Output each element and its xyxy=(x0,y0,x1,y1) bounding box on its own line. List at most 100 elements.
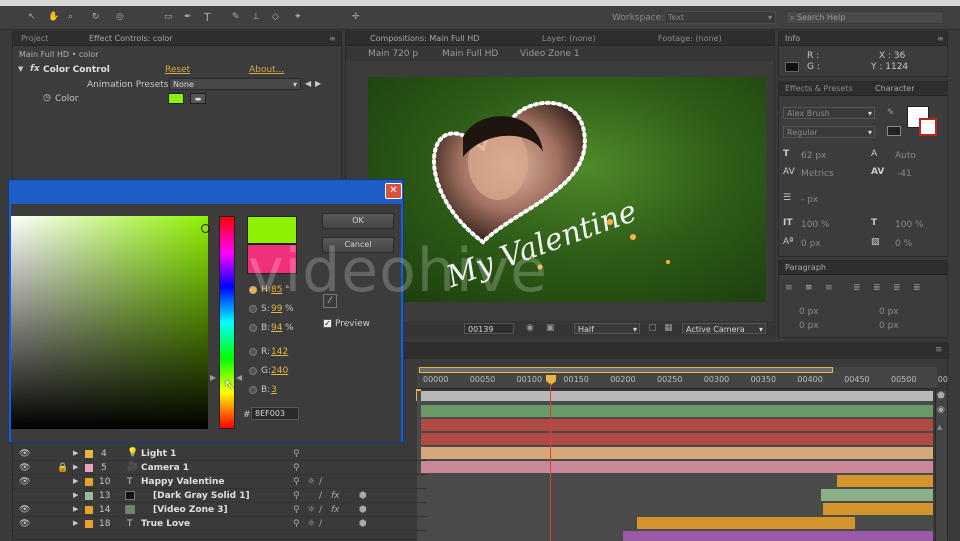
align-center-icon[interactable]: ≡ xyxy=(805,283,813,293)
resolution-select[interactable]: Half ▾ xyxy=(574,323,640,334)
work-area-bar[interactable] xyxy=(419,367,833,373)
sb-picker-handle[interactable] xyxy=(201,224,210,233)
align-left-icon[interactable]: ≡ xyxy=(785,283,793,293)
panel-menu-icon[interactable]: ≡ xyxy=(935,345,943,355)
stroke-width-value[interactable]: - px xyxy=(801,195,818,205)
timecode-field[interactable]: 00139 xyxy=(464,323,514,334)
expand-triangle-icon[interactable]: ▶ xyxy=(73,477,78,485)
dialog-close-button[interactable]: ✕ xyxy=(385,183,402,199)
eyedropper-icon[interactable]: ▬ xyxy=(190,93,206,104)
eye-icon[interactable]: 👁 xyxy=(19,449,30,459)
quality-switch-icon[interactable]: / xyxy=(319,491,322,501)
font-size-value[interactable]: 62 px xyxy=(801,151,826,161)
collapse-switch-icon[interactable]: ☼ xyxy=(307,505,315,515)
tab-layer[interactable]: Layer: (none) xyxy=(542,34,596,43)
next-preset-icon[interactable]: ▶ xyxy=(315,79,321,88)
fx-icon[interactable]: fx xyxy=(331,491,340,501)
saturation-brightness-field[interactable] xyxy=(11,216,208,429)
label-color-swatch[interactable] xyxy=(85,492,93,500)
layer-bar-green[interactable] xyxy=(421,405,933,417)
quality-switch-icon[interactable]: / xyxy=(319,477,322,487)
hue-slider-left-arrow[interactable]: ▶ xyxy=(210,373,216,382)
about-link[interactable]: About... xyxy=(249,65,284,75)
tab-footage[interactable]: Footage: (none) xyxy=(658,34,722,43)
eye-icon[interactable]: 👁 xyxy=(19,477,30,487)
tab-effects-presets[interactable]: Effects & Presets xyxy=(785,84,853,93)
tab-effect-controls[interactable]: Effect Controls: color xyxy=(89,34,173,43)
tracking-value[interactable]: -41 xyxy=(897,169,912,179)
b-value[interactable]: 94 xyxy=(271,323,282,333)
crumb-video-zone-1[interactable]: Video Zone 1 xyxy=(520,49,580,59)
rect-tool-icon[interactable]: ▭ xyxy=(164,12,173,22)
expand-triangle-icon[interactable]: ▶ xyxy=(73,491,78,499)
shy-switch-icon[interactable]: ⚲ xyxy=(293,491,300,501)
layer-bar-light-1[interactable] xyxy=(421,447,933,459)
indent-first-value[interactable]: 0 px xyxy=(799,321,819,331)
collapse-switch-icon[interactable]: ☼ xyxy=(307,519,315,529)
zoom-in-icon[interactable]: ⬟ xyxy=(937,391,945,401)
leading-value[interactable]: Auto xyxy=(895,151,916,161)
eyedropper-icon[interactable]: ⁄ xyxy=(323,294,337,308)
font-style-select[interactable]: Regular ▾ xyxy=(783,126,875,138)
animation-presets-select[interactable]: None ▾ xyxy=(169,78,301,90)
3d-layer-icon[interactable]: ⬢ xyxy=(359,519,367,529)
hex-input[interactable]: 8EF003 xyxy=(251,407,299,420)
zoom-out-icon[interactable]: ◉ xyxy=(937,405,945,415)
hand-tool-icon[interactable]: ✋ xyxy=(48,12,59,22)
3d-layer-icon[interactable]: ⬢ xyxy=(359,505,367,515)
layer-bar-dark-gray-solid[interactable] xyxy=(821,489,933,501)
h-value[interactable]: 85 xyxy=(271,285,282,295)
ok-button[interactable]: OK xyxy=(322,213,394,229)
color-swatch[interactable] xyxy=(168,93,184,104)
eye-icon[interactable]: 👁 xyxy=(19,505,30,515)
old-color-preview[interactable] xyxy=(247,244,297,274)
stroke-color-swatch[interactable] xyxy=(919,118,937,136)
shy-switch-icon[interactable]: ⚲ xyxy=(293,463,300,473)
workspace-select[interactable]: Text ▾ xyxy=(664,11,776,24)
layer-bar-red-2[interactable] xyxy=(421,433,933,445)
hue-slider-right-arrow[interactable]: ◀ xyxy=(236,373,242,382)
g-value[interactable]: 240 xyxy=(271,366,288,376)
layer-bar-video-zone-3[interactable] xyxy=(823,503,933,515)
label-color-swatch[interactable] xyxy=(85,450,93,458)
justify-left-icon[interactable]: ≣ xyxy=(853,283,861,293)
layer-bar-red-1[interactable] xyxy=(421,419,933,431)
expand-triangle-icon[interactable]: ▶ xyxy=(73,449,78,457)
tab-project[interactable]: Project xyxy=(21,34,48,43)
prev-preset-icon[interactable]: ◀ xyxy=(305,79,311,88)
eye-icon[interactable]: 👁 xyxy=(19,519,30,529)
expand-triangle-icon[interactable]: ▶ xyxy=(73,505,78,513)
tab-paragraph[interactable]: Paragraph xyxy=(785,263,826,272)
camera-tool-icon[interactable]: ◎ xyxy=(116,12,124,22)
eye-icon[interactable]: 👁 xyxy=(19,463,30,473)
search-help-input[interactable]: ⌕ Search Help xyxy=(786,11,944,24)
puppet-tool-icon[interactable]: ✦ xyxy=(294,12,302,22)
layer-name[interactable]: [Dark Gray Solid 1] xyxy=(153,491,250,501)
3d-layer-icon[interactable]: ⬢ xyxy=(359,491,367,501)
crumb-main-720[interactable]: Main 720 p xyxy=(368,49,418,59)
crumb-main-full-hd[interactable]: Main Full HD xyxy=(442,49,498,59)
camera-view-select[interactable]: Active Camera ▾ xyxy=(682,323,766,334)
expand-triangle-icon[interactable]: ▶ xyxy=(73,519,78,527)
pen-tool-icon[interactable]: ✒ xyxy=(184,12,192,22)
tab-character[interactable]: Character xyxy=(875,84,915,93)
selection-tool-icon[interactable]: ↖ xyxy=(28,12,36,22)
collapse-switch-icon[interactable]: ☼ xyxy=(307,477,315,487)
s-radio[interactable] xyxy=(249,305,257,313)
stopwatch-icon[interactable]: ◷ xyxy=(43,93,51,103)
layer-name[interactable]: True Love xyxy=(141,519,190,529)
eyedropper-icon[interactable]: ✎ xyxy=(887,108,895,118)
layer-name[interactable]: [Video Zone 3] xyxy=(153,505,228,515)
align-right-icon[interactable]: ≡ xyxy=(825,283,833,293)
zoom-tool-icon[interactable]: ⌕ xyxy=(68,12,73,22)
reset-link[interactable]: Reset xyxy=(165,65,190,75)
layer-name[interactable]: Happy Valentine xyxy=(141,477,225,487)
quality-switch-icon[interactable]: / xyxy=(319,505,322,515)
r-value[interactable]: 142 xyxy=(271,347,288,357)
vert-scale-value[interactable]: 100 % xyxy=(801,220,830,230)
horiz-scale-value[interactable]: 100 % xyxy=(895,220,924,230)
timeline-scroll-up-icon[interactable]: ▲ xyxy=(937,423,942,431)
shy-switch-icon[interactable]: ⚲ xyxy=(293,449,300,459)
lock-icon[interactable]: 🔒 xyxy=(57,463,68,473)
tsume-value[interactable]: 0 % xyxy=(895,239,912,249)
